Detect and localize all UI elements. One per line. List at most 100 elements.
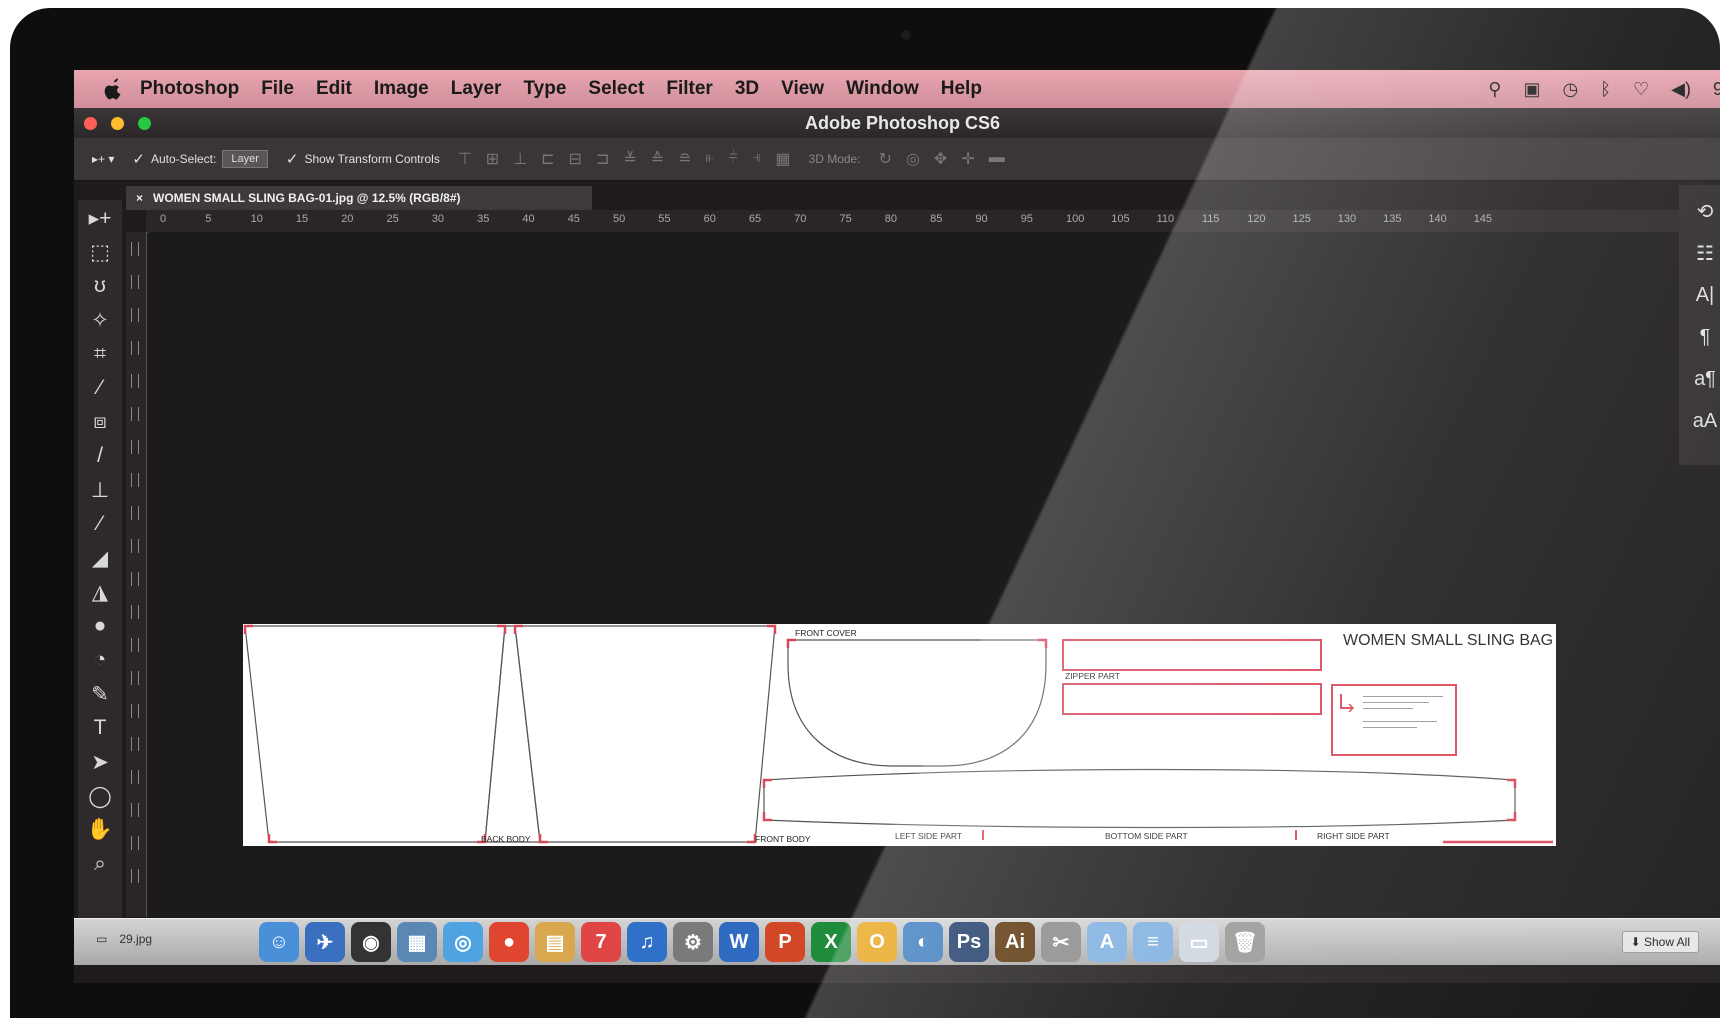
align-top-icon[interactable]: ⊤ (458, 149, 472, 169)
finder-icon[interactable]: ☺ (259, 922, 299, 962)
3d-drag-icon[interactable]: ✥ (934, 149, 947, 169)
eraser-icon[interactable]: ◢ (84, 542, 116, 574)
crop-tool-icon[interactable]: ⌗ (84, 338, 116, 370)
distribute-top-icon[interactable]: ≚ (623, 149, 636, 169)
menu-edit[interactable]: Edit (316, 78, 352, 100)
downloads-stack-icon[interactable]: ▭ (1179, 922, 1219, 962)
menu-image[interactable]: Image (374, 78, 429, 100)
launchpad-icon[interactable]: ✈ (305, 922, 345, 962)
align-right-icon[interactable]: ⊐ (596, 149, 609, 169)
show-transform-option[interactable]: ✓ Show Transform Controls (286, 150, 440, 168)
outlook-icon[interactable]: O (857, 922, 897, 962)
bluetooth-icon[interactable]: ᛒ (1600, 79, 1611, 100)
paragraph-panel-icon[interactable]: ¶ (1689, 321, 1720, 353)
auto-select-dropdown[interactable]: Layer (222, 150, 268, 168)
align-vcenter-icon[interactable]: ⊞ (486, 149, 499, 169)
dropbox-icon[interactable]: ▣ (1523, 79, 1540, 100)
document-tab[interactable]: × WOMEN SMALL SLING BAG-01.jpg @ 12.5% (… (126, 186, 592, 210)
align-bottom-icon[interactable]: ⊥ (513, 149, 527, 169)
distribute-vcenter-icon[interactable]: ≙ (651, 149, 664, 169)
show-transform-checkbox[interactable]: ✓ (286, 150, 299, 168)
properties-panel-icon[interactable]: ☷ (1689, 237, 1720, 269)
menu-window[interactable]: Window (846, 78, 919, 100)
ruler-tick-label: 60 (703, 213, 716, 225)
illustrator-icon[interactable]: Ai (995, 922, 1035, 962)
camera-icon[interactable]: ◐ (903, 922, 943, 962)
hand-tool-icon[interactable]: ✋ (84, 814, 116, 846)
wifi-icon[interactable]: ♡ (1633, 79, 1649, 100)
menu-type[interactable]: Type (523, 78, 566, 100)
marquee-tool-icon[interactable]: ⬚ (84, 236, 116, 268)
align-hcenter-icon[interactable]: ⊟ (569, 149, 582, 169)
menu-select[interactable]: Select (588, 78, 644, 100)
menu-help[interactable]: Help (941, 78, 982, 100)
trash-icon[interactable]: 🗑 (1225, 922, 1265, 962)
history-brush-icon[interactable]: ⁄ (84, 508, 116, 540)
menu-3d[interactable]: 3D (735, 78, 759, 100)
eyedropper-icon[interactable]: ⁄ (84, 372, 116, 404)
ellipse-tool-icon[interactable]: ◯ (84, 780, 116, 812)
menu-layer[interactable]: Layer (451, 78, 502, 100)
menu-file[interactable]: File (261, 78, 294, 100)
clone-stamp-icon[interactable]: ⊥ (84, 474, 116, 506)
menu-filter[interactable]: Filter (666, 78, 712, 100)
3d-scale-icon[interactable]: ▬ (989, 149, 1005, 169)
auto-align-icon[interactable]: ▦ (775, 149, 790, 169)
menu-view[interactable]: View (781, 78, 824, 100)
dodge-tool-icon[interactable]: ◔ (84, 644, 116, 676)
dock-download-item[interactable]: ▭ 29.jpg (96, 932, 152, 946)
time-machine-icon[interactable]: ◷ (1562, 79, 1578, 100)
character-styles-icon[interactable]: a¶ (1689, 363, 1720, 395)
magic-wand-icon[interactable]: ✧ (84, 304, 116, 336)
safari-icon[interactable]: ◎ (443, 922, 483, 962)
brush-tool-icon[interactable]: / (84, 440, 116, 472)
3d-rotate-icon[interactable]: ↻ (879, 149, 892, 169)
close-document-icon[interactable]: × (136, 191, 143, 205)
notes-icon[interactable]: ▤ (535, 922, 575, 962)
location-icon[interactable]: ⚲ (1488, 79, 1501, 100)
utility-icon[interactable]: ✂ (1041, 922, 1081, 962)
menu-app-name[interactable]: Photoshop (140, 78, 239, 100)
lasso-tool-icon[interactable]: ʊ (84, 270, 116, 302)
distribute-bottom-icon[interactable]: ≘ (678, 149, 691, 169)
3d-slide-icon[interactable]: ✛ (961, 149, 974, 169)
type-tool-icon[interactable]: T (84, 712, 116, 744)
photoshop-icon[interactable]: Ps (949, 922, 989, 962)
path-selection-icon[interactable]: ➤ (84, 746, 116, 778)
auto-select-option[interactable]: ✓ Auto-Select: Layer (132, 150, 268, 168)
chrome-icon[interactable]: ● (489, 922, 529, 962)
apple-menu-icon[interactable] (102, 77, 124, 101)
horizontal-ruler[interactable]: 0 5 10 15 20 25 30 35 40 45 50 55 60 65 70 75 80 85 90 95 10… (146, 210, 1716, 233)
zoom-tool-icon[interactable]: ⌕ (84, 848, 116, 880)
preferences-icon[interactable]: ⚙ (673, 922, 713, 962)
distribute-right-icon[interactable]: ⫣ (752, 149, 762, 169)
distribute-left-icon[interactable]: ⫦ (706, 149, 715, 169)
vertical-ruler[interactable] (126, 232, 147, 917)
document-canvas[interactable]: BACK BODY FRONT BODY FRONT COVER ZIPPER … (243, 624, 1556, 846)
itunes-icon[interactable]: ♫ (627, 922, 667, 962)
distribute-hcenter-icon[interactable]: ⫩ (729, 149, 738, 169)
character-panel-icon[interactable]: A| (1689, 279, 1720, 311)
applications-folder-icon[interactable]: A (1087, 922, 1127, 962)
paint-bucket-icon[interactable]: ◮ (84, 576, 116, 608)
word-icon[interactable]: W (719, 922, 759, 962)
pen-tool-icon[interactable]: ✎ (84, 678, 116, 710)
3d-roll-icon[interactable]: ◎ (906, 149, 920, 169)
documents-folder-icon[interactable]: ≡ (1133, 922, 1173, 962)
move-tool-icon[interactable]: ▸+ (84, 202, 116, 234)
calendar-icon[interactable]: 7 (581, 922, 621, 962)
history-panel-icon[interactable]: ⟲ (1689, 195, 1720, 227)
show-all-button[interactable]: ⬇ Show All (1621, 931, 1699, 953)
powerpoint-icon[interactable]: P (765, 922, 805, 962)
auto-select-checkbox[interactable]: ✓ (132, 150, 145, 168)
healing-brush-icon[interactable]: ⧈ (84, 406, 116, 438)
align-left-icon[interactable]: ⊏ (541, 149, 554, 169)
blur-tool-icon[interactable]: ● (84, 610, 116, 642)
volume-icon[interactable]: ◀) (1671, 79, 1691, 100)
move-tool-preset-icon[interactable]: ▸+ ▾ (92, 152, 114, 166)
canvas-workspace[interactable]: BACK BODY FRONT BODY FRONT COVER ZIPPER … (148, 232, 1720, 922)
preview-icon[interactable]: ▦ (397, 922, 437, 962)
dvd-player-icon[interactable]: ◉ (351, 922, 391, 962)
excel-icon[interactable]: X (811, 922, 851, 962)
paragraph-styles-icon[interactable]: aA (1689, 405, 1720, 437)
